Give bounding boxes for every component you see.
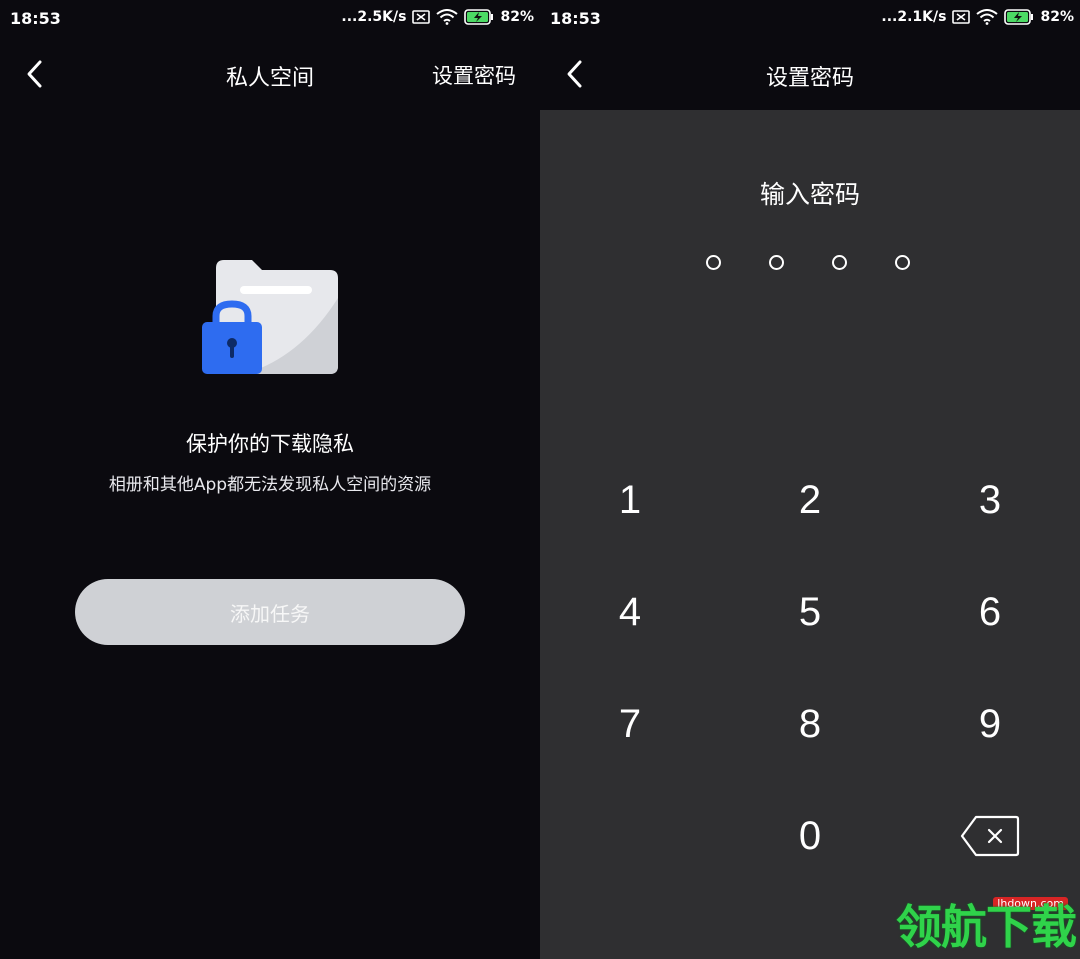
watermark: lhdown.com 领航下载 [896,897,1077,957]
status-time: 18:53 [550,9,601,28]
pin-dot [832,255,847,270]
key-3[interactable]: 3 [910,455,1070,545]
key-2[interactable]: 2 [730,455,890,545]
key-9[interactable]: 9 [910,679,1070,769]
key-6[interactable]: 6 [910,567,1070,657]
password-prompt: 输入密码 [759,180,860,209]
pin-dot [769,255,784,270]
top-bar: 设置密码 [540,38,1080,110]
pin-dot [895,255,910,270]
status-bar: 18:53 ...2.5K/s 82% [0,0,540,38]
status-indicators: ...2.1K/s 82% [881,9,1074,25]
status-bar: 18:53 ...2.1K/s 82% [540,0,1080,38]
key-7[interactable]: 7 [550,679,710,769]
network-speed: ...2.5K/s [341,9,407,25]
network-speed: ...2.1K/s [881,9,947,25]
pin-dot [706,255,721,270]
backspace-icon[interactable] [960,815,1020,861]
battery-percent: 82% [1040,9,1074,25]
status-time: 18:53 [10,9,61,28]
key-0[interactable]: 0 [730,791,890,881]
set-password-screen: 18:53 ...2.1K/s 82% 设置密码 输入密码 1 2 3 4 5 … [540,0,1080,959]
sim-off-icon [412,10,431,24]
sim-off-icon [952,10,971,24]
wifi-icon [436,9,459,25]
top-bar: 私人空间 设置密码 [0,38,540,110]
key-4[interactable]: 4 [550,567,710,657]
set-password-link[interactable]: 设置密码 [432,60,516,90]
key-1[interactable]: 1 [550,455,710,545]
page-title: 设置密码 [765,66,854,91]
pin-indicator [706,255,916,275]
private-space-screen: 18:53 ...2.5K/s 82% 私人空间 设置密码 保护你的下载隐私 相… [0,0,540,959]
key-5[interactable]: 5 [730,567,890,657]
keypad-panel: 输入密码 1 2 3 4 5 6 7 8 9 0 [540,110,1080,959]
wifi-icon [976,9,999,25]
lock-folder-icon [200,258,340,376]
description: 相册和其他App都无法发现私人空间的资源 [108,475,432,495]
add-task-button[interactable]: 添加任务 [75,579,465,645]
headline: 保护你的下载隐私 [186,432,354,456]
battery-percent: 82% [500,9,534,25]
battery-icon [1004,9,1034,25]
watermark-logo: 领航下载 [896,900,1077,954]
status-indicators: ...2.5K/s 82% [341,9,534,25]
battery-icon [464,9,494,25]
key-8[interactable]: 8 [730,679,890,769]
